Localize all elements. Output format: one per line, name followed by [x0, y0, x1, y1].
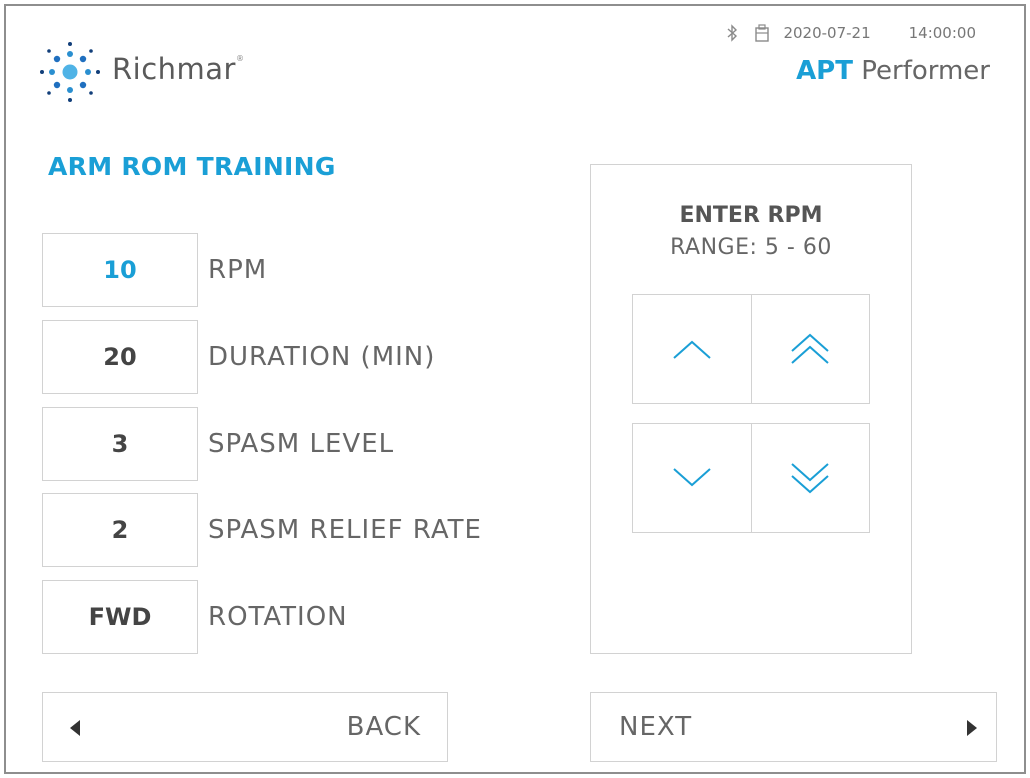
rpm-label: RPM — [208, 255, 268, 285]
param-row-rpm: 10 RPM — [42, 233, 562, 307]
chevron-down-icon — [673, 468, 711, 487]
product-name: APT Performer — [796, 56, 990, 86]
usb-drive-icon — [753, 23, 771, 43]
rotation-value-field[interactable]: FWD — [42, 580, 198, 654]
spasm-relief-rate-label: SPASM RELIEF RATE — [208, 515, 482, 545]
status-time: 14:00:00 — [908, 24, 976, 42]
app-window: Richmar® 2020-07-21 14:00:00 APT Perform… — [4, 4, 1026, 774]
decrement-button[interactable] — [633, 424, 751, 532]
back-button[interactable]: BACK — [42, 692, 448, 762]
double-chevron-up-icon — [791, 333, 829, 364]
product-name-bold: APT — [796, 56, 853, 86]
param-row-rotation: FWD ROTATION — [42, 580, 562, 654]
triangle-right-icon — [967, 720, 977, 736]
duration-value-field[interactable]: 20 — [42, 320, 198, 394]
rotation-label: ROTATION — [208, 602, 348, 632]
product-name-rest: Performer — [861, 56, 990, 86]
bluetooth-icon — [723, 23, 741, 43]
rpm-value-field[interactable]: 10 — [42, 233, 198, 307]
increment-pad — [632, 294, 870, 404]
param-row-duration: 20 DURATION (MIN) — [42, 320, 562, 394]
entry-panel-range: RANGE: 5 - 60 — [670, 235, 832, 260]
increment-button[interactable] — [633, 295, 751, 403]
fast-increment-button[interactable] — [750, 295, 869, 403]
spasm-relief-rate-value-field[interactable]: 2 — [42, 493, 198, 567]
back-button-label: BACK — [346, 712, 421, 742]
next-button-label: NEXT — [619, 712, 693, 742]
chevron-up-icon — [673, 340, 711, 359]
status-date: 2020-07-21 — [783, 24, 871, 42]
param-row-spasm-level: 3 SPASM LEVEL — [42, 407, 562, 481]
status-bar: 2020-07-21 14:00:00 — [723, 22, 976, 44]
registered-mark: ® — [235, 54, 245, 63]
next-button[interactable]: NEXT — [590, 692, 997, 762]
page-title: ARM ROM TRAINING — [48, 152, 336, 181]
decrement-pad — [632, 423, 870, 533]
triangle-left-icon — [70, 720, 80, 736]
richmar-logo-icon — [40, 42, 100, 102]
spasm-level-label: SPASM LEVEL — [208, 429, 395, 459]
value-entry-panel: ENTER RPM RANGE: 5 - 60 — [590, 164, 912, 654]
double-chevron-down-icon — [791, 463, 829, 494]
fast-decrement-button[interactable] — [750, 424, 869, 532]
entry-panel-title: ENTER RPM — [679, 203, 823, 228]
duration-label: DURATION (MIN) — [208, 342, 436, 372]
param-row-spasm-relief-rate: 2 SPASM RELIEF RATE — [42, 493, 562, 567]
brand-name: Richmar® — [112, 52, 245, 86]
spasm-level-value-field[interactable]: 3 — [42, 407, 198, 481]
